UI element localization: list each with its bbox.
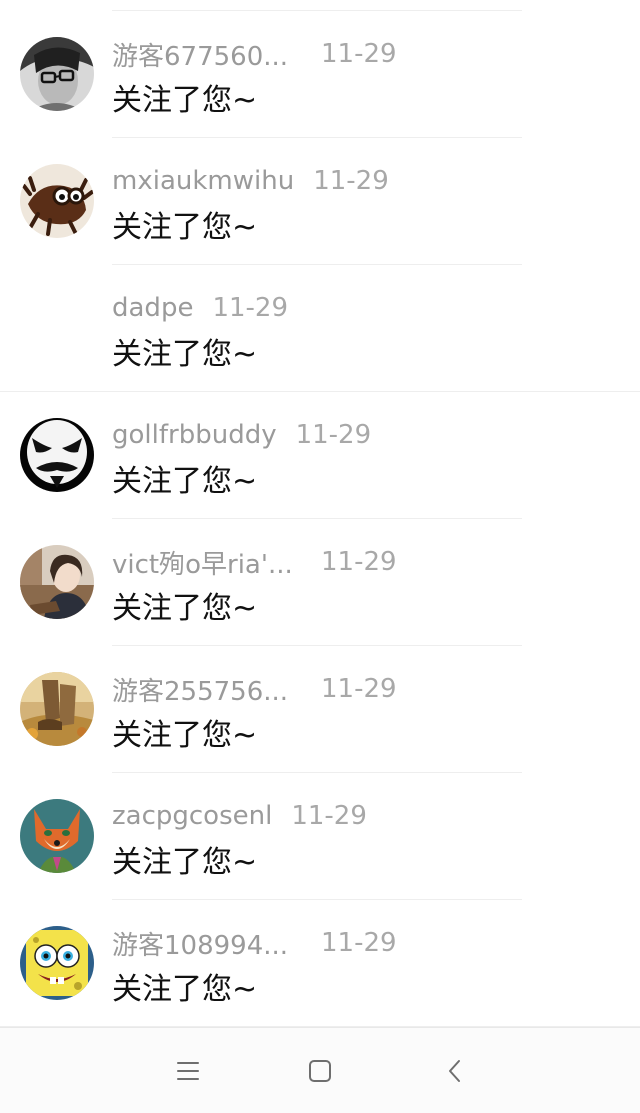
item-meta: zacpgcosenl 11-29 — [112, 799, 367, 833]
notification-item[interactable]: 游客108994... 11-29 关注了您~ — [0, 900, 640, 1027]
username[interactable]: mxiaukmwihu — [112, 166, 294, 196]
notification-message: 关注了您~ — [112, 210, 258, 245]
notification-item[interactable]: zacpgcosenl 11-29 关注了您~ — [0, 773, 640, 900]
username[interactable]: dadpe — [112, 293, 193, 323]
item-meta: gollfrbbuddy 11-29 — [112, 418, 371, 452]
item-meta: 游客108994... 11-29 — [112, 925, 397, 962]
user-avatar[interactable] — [20, 926, 94, 1000]
item-meta: dadpe 11-29 — [112, 291, 288, 325]
notification-item[interactable]: dadpe 11-29 关注了您~ — [0, 265, 640, 392]
sponge-cartoon-avatar-icon — [20, 926, 94, 1000]
timestamp: 11-29 — [295, 420, 372, 450]
timestamp: 11-29 — [291, 801, 367, 831]
notification-message: 关注了您~ — [112, 591, 258, 626]
timestamp: 11-29 — [321, 928, 397, 958]
notification-message: 关注了您~ — [112, 972, 258, 1007]
notification-message: 关注了您~ — [112, 83, 258, 118]
user-avatar[interactable] — [20, 418, 94, 492]
timestamp: 11-29 — [321, 39, 397, 69]
menu-icon[interactable] — [171, 1054, 205, 1088]
notification-item[interactable]: gollfrbbuddy 11-29 关注了您~ — [0, 392, 640, 519]
back-chevron-icon[interactable] — [438, 1054, 472, 1088]
item-meta: mxiaukmwihu 11-29 — [112, 164, 389, 198]
user-avatar[interactable] — [20, 164, 94, 238]
user-avatar[interactable] — [20, 37, 94, 111]
fox-cartoon-avatar-icon — [20, 799, 94, 873]
autumn-boots-avatar-icon — [20, 672, 94, 746]
item-meta: 游客255756... 11-29 — [112, 671, 397, 708]
notifications-page: 游客677560... 11-29 关注了您~ mxiaukmwihu 11-2… — [0, 0, 640, 1113]
notification-message: 关注了您~ — [112, 464, 258, 499]
timestamp: 11-29 — [313, 166, 389, 196]
username[interactable]: 游客677560... — [112, 36, 302, 73]
notification-message: 关注了您~ — [112, 337, 258, 372]
home-square-icon[interactable] — [303, 1054, 337, 1088]
user-avatar[interactable] — [20, 545, 94, 619]
item-meta: vict殉o早ria'... 11-29 — [112, 544, 397, 581]
notification-item[interactable]: 游客677560... 11-29 关注了您~ — [0, 11, 640, 138]
notification-item[interactable]: mxiaukmwihu 11-29 关注了您~ — [0, 138, 640, 265]
notification-message: 关注了您~ — [112, 718, 258, 753]
owl-sketch-avatar-icon — [20, 164, 94, 238]
notification-message: 关注了您~ — [112, 845, 258, 880]
item-meta: 游客677560... 11-29 — [112, 36, 397, 73]
username[interactable]: gollfrbbuddy — [112, 420, 277, 450]
username[interactable]: 游客255756... — [112, 671, 302, 708]
system-nav-bar — [0, 1027, 640, 1113]
timestamp: 11-29 — [321, 547, 397, 577]
bw-glasses-avatar-icon — [20, 37, 94, 111]
user-avatar[interactable] — [20, 799, 94, 873]
timestamp: 11-29 — [321, 674, 397, 704]
girl-photo-avatar-icon — [20, 545, 94, 619]
mask-face-avatar-icon — [20, 418, 94, 492]
timestamp: 11-29 — [212, 293, 289, 323]
notification-item[interactable]: 游客255756... 11-29 关注了您~ — [0, 646, 640, 773]
username[interactable]: zacpgcosenl — [112, 801, 272, 831]
notification-list: 游客677560... 11-29 关注了您~ mxiaukmwihu 11-2… — [0, 11, 640, 1027]
username[interactable]: vict殉o早ria'... — [112, 544, 302, 581]
username[interactable]: 游客108994... — [112, 925, 302, 962]
user-avatar[interactable] — [20, 672, 94, 746]
notification-item[interactable]: vict殉o早ria'... 11-29 关注了您~ — [0, 519, 640, 646]
